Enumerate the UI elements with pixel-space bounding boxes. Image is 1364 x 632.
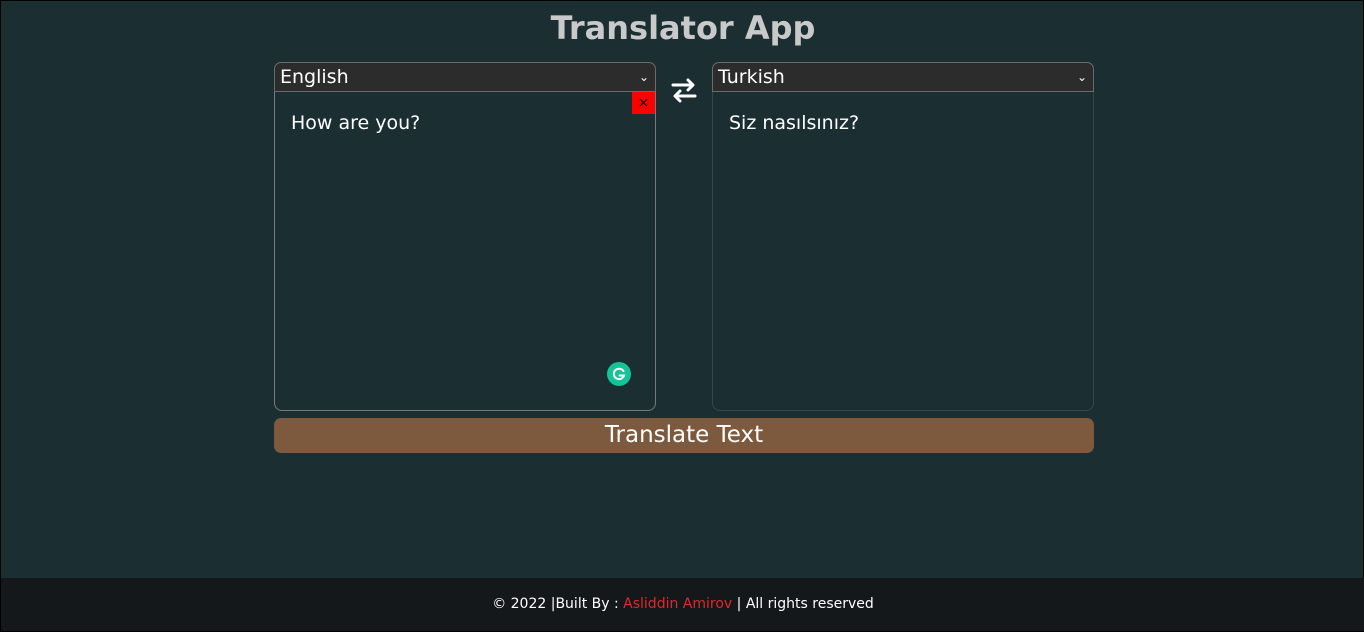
chevron-down-icon: ⌄ (638, 70, 649, 84)
chevron-down-icon: ⌄ (1076, 70, 1087, 84)
source-text-input[interactable]: How are you? × (274, 92, 656, 411)
author-link[interactable]: Asliddin Amirov (623, 596, 732, 612)
footer-suffix: | All rights reserved (732, 596, 874, 612)
source-text-value: How are you? (291, 112, 421, 134)
target-language-value: Turkish (718, 66, 785, 88)
footer-prefix: © 2022 |Built By : (492, 596, 624, 612)
target-text-value: Siz nasılsınız? (729, 112, 860, 134)
target-language-select[interactable]: Turkish ⌄ (712, 62, 1094, 92)
source-panel: English ⌄ How are you? × (274, 62, 656, 411)
close-icon: × (637, 95, 650, 111)
clear-text-button[interactable]: × (632, 92, 655, 114)
swap-arrows-icon[interactable] (669, 76, 699, 106)
source-language-select[interactable]: English ⌄ (274, 62, 656, 92)
target-text-output[interactable]: Siz nasılsınız? (712, 92, 1094, 411)
page-title: Translator App (550, 9, 816, 47)
translate-button[interactable]: Translate Text (274, 418, 1094, 453)
grammarly-icon[interactable] (607, 362, 631, 386)
footer: © 2022 |Built By : Asliddin Amirov | All… (1, 578, 1364, 631)
source-language-value: English (280, 66, 349, 88)
target-panel: Turkish ⌄ Siz nasılsınız? (712, 62, 1094, 411)
